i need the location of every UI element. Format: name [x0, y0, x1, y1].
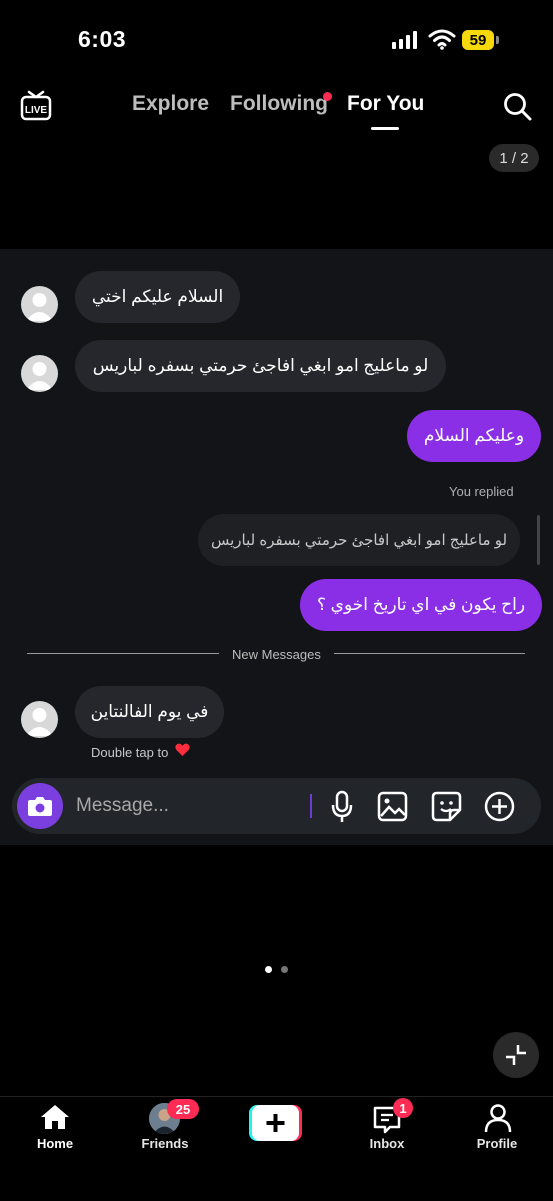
- nav-friends[interactable]: Friends: [125, 1136, 205, 1151]
- status-time: 6:03: [78, 26, 127, 52]
- add-icon[interactable]: [484, 791, 515, 822]
- pager-dot: [281, 966, 288, 973]
- camera-button[interactable]: [17, 783, 63, 829]
- own-message-bubble[interactable]: وعليكم السلام: [407, 410, 541, 462]
- live-icon[interactable]: LIVE: [20, 90, 52, 122]
- search-icon[interactable]: [503, 92, 533, 122]
- following-notification-dot: [323, 92, 332, 101]
- default-avatar-icon: [26, 708, 53, 736]
- default-avatar-icon: [26, 293, 53, 321]
- nav-home[interactable]: Home: [15, 1136, 95, 1151]
- divider-line: [27, 653, 219, 654]
- profile-icon[interactable]: [484, 1103, 512, 1133]
- message-bubble[interactable]: في يوم الفالنتاين: [75, 686, 224, 738]
- message-bubble[interactable]: لو ماعليج امو ابغي افاجئ حرمتي بسفره لبا…: [75, 340, 446, 392]
- tab-for-you[interactable]: For You: [347, 92, 424, 116]
- reply-bar: [537, 515, 540, 565]
- avatar[interactable]: [21, 286, 58, 323]
- active-tab-indicator: [371, 127, 399, 130]
- collapse-icon: [506, 1045, 526, 1065]
- message-bubble[interactable]: السلام عليكم اختي: [75, 271, 240, 323]
- friends-badge: 25: [167, 1099, 199, 1119]
- pager-dot-active: [265, 966, 272, 973]
- divider-line: [334, 653, 525, 654]
- tab-following[interactable]: Following: [230, 92, 328, 116]
- camera-icon: [28, 797, 52, 816]
- image-icon[interactable]: [377, 791, 408, 822]
- avatar[interactable]: [21, 701, 58, 738]
- create-button[interactable]: [249, 1105, 302, 1141]
- inbox-badge: 1: [393, 1098, 413, 1118]
- home-icon[interactable]: [39, 1103, 71, 1131]
- message-input[interactable]: Message...: [76, 795, 169, 817]
- wifi-icon: [428, 29, 456, 50]
- new-messages-divider: New Messages: [232, 647, 321, 662]
- battery-indicator: 59: [462, 30, 494, 50]
- replied-label: You replied: [449, 484, 514, 499]
- microphone-icon[interactable]: [330, 790, 354, 824]
- page-counter: 1 / 2: [489, 144, 539, 172]
- nav-inbox[interactable]: Inbox: [347, 1136, 427, 1151]
- tab-explore[interactable]: Explore: [132, 92, 209, 116]
- sticker-icon[interactable]: [431, 791, 462, 822]
- own-message-bubble[interactable]: راح يكون في اي تاريخ اخوي ؟: [300, 579, 542, 631]
- double-tap-hint: Double tap to: [91, 745, 169, 760]
- text-cursor: [310, 794, 312, 818]
- battery-tip: [496, 36, 499, 44]
- svg-text:LIVE: LIVE: [25, 105, 48, 116]
- default-avatar-icon: [26, 362, 53, 390]
- heart-icon: [175, 743, 190, 756]
- collapse-button[interactable]: [493, 1032, 539, 1078]
- nav-profile[interactable]: Profile: [457, 1136, 537, 1151]
- avatar[interactable]: [21, 355, 58, 392]
- quoted-message[interactable]: لو ماعليج امو ابغي افاجئ حرمتي بسفره لبا…: [198, 514, 520, 566]
- signal-icon: [392, 31, 417, 49]
